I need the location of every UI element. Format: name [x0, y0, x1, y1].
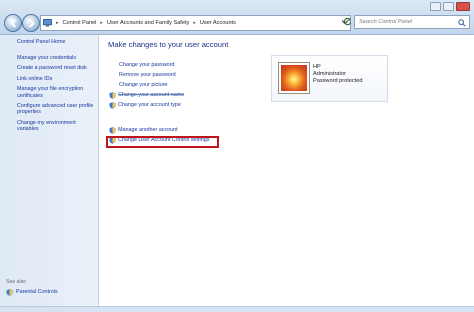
account-status: Password protected	[313, 78, 363, 84]
back-button[interactable]	[4, 14, 22, 32]
remove-password-link[interactable]: Remove your password	[109, 70, 249, 80]
see-also-label: See also	[6, 279, 27, 285]
password-reset-disk-link[interactable]: Create a password reset disk	[17, 65, 95, 71]
shield-icon	[109, 101, 116, 109]
breadcrumb-user-accounts[interactable]: User Accounts	[198, 20, 238, 26]
parental-controls-item[interactable]: Parental Controls	[6, 289, 58, 296]
change-account-name-label: Change your account name	[118, 92, 185, 98]
control-panel-icon	[43, 19, 52, 27]
uac-highlight-box	[106, 136, 219, 148]
left-navigation-pane: Control Panel Home Manage your credentia…	[0, 35, 99, 311]
arrow-left-icon	[9, 18, 16, 28]
manage-another-account-link[interactable]: Manage another account	[109, 125, 249, 135]
change-password-label: Change your password	[119, 62, 175, 68]
account-task-list: Change your password Remove your passwor…	[109, 60, 249, 110]
shield-icon	[109, 126, 116, 134]
manage-another-account-label: Manage another account	[118, 127, 178, 133]
shield-icon	[109, 91, 116, 99]
account-details: HP Administrator Password protected	[313, 64, 362, 85]
account-card: HP Administrator Password protected	[271, 55, 388, 102]
address-bar[interactable]: ▸ Control Panel ▸ User Accounts and Fami…	[40, 15, 351, 31]
environment-variables-link[interactable]: Change my environment variables	[17, 120, 95, 133]
file-encryption-certificates-link[interactable]: Manage your file encryption certificates	[17, 86, 95, 99]
account-name: HP	[313, 64, 321, 70]
control-panel-home-link[interactable]: Control Panel Home	[17, 39, 66, 45]
manage-credentials-link[interactable]: Manage your credentials	[17, 55, 95, 61]
left-task-list: Manage your credentials Create a passwor…	[17, 55, 95, 137]
search-placeholder: Search Control Panel	[359, 19, 413, 25]
main-content: Make changes to your user account Change…	[99, 35, 474, 311]
minimize-button[interactable]	[430, 2, 441, 11]
forward-button[interactable]	[22, 14, 40, 32]
change-account-type-label: Change your account type	[118, 102, 181, 108]
flower-picture-icon	[281, 65, 307, 91]
remove-password-label: Remove your password	[119, 72, 176, 78]
search-icon[interactable]	[458, 19, 466, 27]
account-type: Administrator	[313, 71, 346, 77]
maximize-button[interactable]	[443, 2, 454, 11]
avatar[interactable]	[278, 62, 310, 94]
parental-controls-link[interactable]: Parental Controls	[16, 289, 58, 295]
arrow-right-icon	[28, 18, 35, 28]
shield-icon	[6, 289, 13, 296]
change-password-link[interactable]: Change your password	[109, 60, 249, 70]
change-picture-link[interactable]: Change your picture	[109, 80, 249, 90]
search-input[interactable]: Search Control Panel	[354, 15, 470, 29]
change-account-name-link[interactable]: Change your account name	[109, 90, 249, 100]
window-controls	[430, 2, 470, 11]
page-title: Make changes to your user account	[108, 40, 229, 49]
breadcrumb-user-accounts-family-safety[interactable]: User Accounts and Family Safety	[105, 20, 191, 26]
change-picture-label: Change your picture	[119, 82, 168, 88]
close-button[interactable]	[456, 2, 470, 11]
window-bottom-border	[0, 306, 474, 312]
change-account-type-link[interactable]: Change your account type	[109, 100, 249, 110]
window-title-bar: ▸ Control Panel ▸ User Accounts and Fami…	[0, 0, 474, 35]
link-online-ids-link[interactable]: Link online IDs	[17, 76, 95, 82]
advanced-profile-properties-link[interactable]: Configure advanced user profile properti…	[17, 103, 95, 116]
refresh-icon[interactable]	[343, 17, 352, 26]
breadcrumb-control-panel[interactable]: Control Panel	[61, 20, 99, 26]
